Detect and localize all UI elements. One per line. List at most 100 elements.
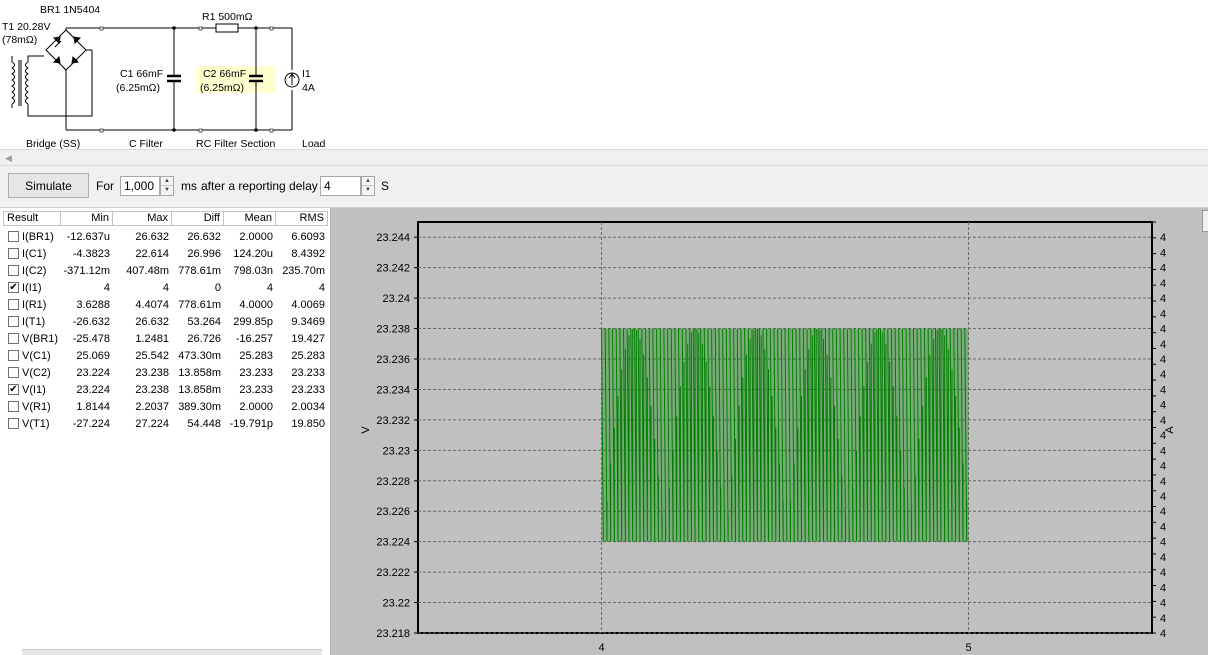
result-checkbox[interactable] xyxy=(8,418,19,429)
result-checkbox[interactable] xyxy=(8,367,19,378)
y2-tick-label: 4 xyxy=(1160,628,1166,640)
result-max-cell: 23.238 xyxy=(135,383,169,396)
duration-input[interactable]: 1,000 xyxy=(120,176,160,196)
schematic-canvas[interactable]: BR1 1N5404 T1 20.28V (78mΩ) R1 500mΩ C1 … xyxy=(0,0,1208,150)
y-tick-label: 23.228 xyxy=(376,476,410,488)
result-name: I(BR1) xyxy=(22,230,54,243)
result-checkbox[interactable] xyxy=(8,401,19,412)
result-checkbox[interactable] xyxy=(8,350,19,361)
result-checkbox[interactable] xyxy=(8,316,19,327)
result-max-cell: 27.224 xyxy=(135,417,169,430)
bridge-section-label: Bridge (SS) xyxy=(26,138,80,149)
y2-tick-label: 4 xyxy=(1160,232,1166,244)
simulate-button[interactable]: Simulate xyxy=(8,173,89,198)
bridge-name: BR1 1N5404 xyxy=(40,4,100,16)
result-row[interactable]: I(C1) -4.3823 22.614 26.996 124.20u 8.4392 xyxy=(3,245,328,262)
transformer-name: T1 20.28V xyxy=(2,21,50,33)
simulation-toolbar: Simulate For 1,000 ▲ ▼ ms after a report… xyxy=(0,166,1208,208)
result-mean-cell: 124.20u xyxy=(233,247,273,260)
result-row[interactable]: V(T1) -27.224 27.224 54.448 -19.791p 19.850 xyxy=(3,415,328,432)
delay-stepper[interactable]: ▲ ▼ xyxy=(361,176,375,196)
result-checkbox[interactable]: ✔ xyxy=(8,384,19,395)
y2-tick-label: 4 xyxy=(1160,354,1166,366)
y-tick-label: 23.22 xyxy=(382,598,410,610)
result-checkbox[interactable] xyxy=(8,299,19,310)
result-row[interactable]: V(R1) 1.8144 2.2037 389.30m 2.0000 2.0034 xyxy=(3,398,328,415)
result-rms-cell: 23.233 xyxy=(291,383,325,396)
delay-label: after a reporting delay of xyxy=(201,179,332,193)
y-tick-label: 23.232 xyxy=(376,415,410,427)
y2-tick-label: 4 xyxy=(1160,308,1166,320)
result-mean-cell: 4.0000 xyxy=(239,298,273,311)
delay-input[interactable]: 4 xyxy=(320,176,361,196)
duration-stepper[interactable]: ▲ ▼ xyxy=(160,176,174,196)
result-row[interactable]: I(C2) -371.12m 407.48m 778.61m 798.03n 235.70… xyxy=(3,262,328,279)
c-filter-section-label: C Filter xyxy=(129,138,163,149)
y2-tick-label: 4 xyxy=(1160,263,1166,275)
result-min-cell: -27.224 xyxy=(72,417,110,430)
result-row[interactable]: I(T1) -26.632 26.632 53.264 299.85p 9.3469 xyxy=(3,313,328,330)
col-result[interactable]: Result xyxy=(3,211,61,226)
y-tick-label: 23.222 xyxy=(376,567,410,579)
results-horizontal-scrollbar[interactable] xyxy=(22,649,322,655)
result-max-cell: 26.632 xyxy=(135,315,169,328)
schematic-horizontal-scrollbar[interactable]: ◀ xyxy=(0,149,1208,166)
stepper-down-icon[interactable]: ▼ xyxy=(362,186,374,195)
result-checkbox[interactable] xyxy=(8,333,19,344)
right-panel-tab[interactable] xyxy=(1202,210,1208,232)
y-tick-label: 23.218 xyxy=(376,628,410,640)
scroll-left-icon[interactable]: ◀ xyxy=(1,151,16,165)
result-min-cell: 1.8144 xyxy=(76,400,110,413)
result-diff-cell: 53.264 xyxy=(187,315,221,328)
transformer-esr: (78mΩ) xyxy=(2,34,37,46)
col-rms[interactable]: RMS xyxy=(276,211,328,226)
y-tick-label: 23.234 xyxy=(376,384,410,396)
result-max-cell: 25.542 xyxy=(135,349,169,362)
result-checkbox[interactable] xyxy=(8,248,19,259)
stepper-up-icon[interactable]: ▲ xyxy=(161,177,173,186)
c1-esr: (6.25mΩ) xyxy=(116,82,160,94)
y2-tick-label: 4 xyxy=(1160,537,1166,549)
result-name: I(I1) xyxy=(22,281,42,294)
y2-tick-label: 4 xyxy=(1160,461,1166,473)
col-mean[interactable]: Mean xyxy=(224,211,276,226)
plot-pane[interactable]: 23.244 4 23.242 4 23.24 4 23.238 4 23.236 4 23.234… xyxy=(331,208,1208,655)
result-row[interactable]: I(BR1) -12.637u 26.632 26.632 2.0000 6.6093 xyxy=(3,228,328,245)
y2-tick-label: 4 xyxy=(1160,415,1166,427)
result-name: I(C2) xyxy=(22,264,47,277)
result-diff-cell: 778.61m xyxy=(178,264,221,277)
result-row[interactable]: I(R1) 3.6288 4.4074 778.61m 4.0000 4.0069 xyxy=(3,296,328,313)
col-diff[interactable]: Diff xyxy=(172,211,224,226)
result-row[interactable]: ✔ I(I1) 4 4 0 4 4 xyxy=(3,279,328,296)
y2-tick-label: 4 xyxy=(1160,278,1166,290)
result-row[interactable]: V(BR1) -25.478 1.2481 26.726 -16.257 19.427 xyxy=(3,330,328,347)
col-max[interactable]: Max xyxy=(113,211,172,226)
result-min-cell: -12.637u xyxy=(66,230,110,243)
result-min-cell: 25.069 xyxy=(76,349,110,362)
result-rms-cell: 4 xyxy=(318,281,325,294)
result-rms-cell: 19.850 xyxy=(291,417,325,430)
result-checkbox[interactable]: ✔ xyxy=(8,282,19,293)
result-max-cell: 4 xyxy=(162,281,169,294)
col-min[interactable]: Min xyxy=(61,211,113,226)
result-name: V(C1) xyxy=(22,349,51,362)
result-name: V(R1) xyxy=(22,400,51,413)
result-diff-cell: 13.858m xyxy=(178,366,221,379)
stepper-up-icon[interactable]: ▲ xyxy=(362,177,374,186)
result-diff-cell: 778.61m xyxy=(178,298,221,311)
result-checkbox[interactable] xyxy=(8,231,19,242)
result-mean-cell: -16.257 xyxy=(235,332,273,345)
y2-tick-label: 4 xyxy=(1160,582,1166,594)
result-name: V(C2) xyxy=(22,366,51,379)
result-min-cell: -25.478 xyxy=(72,332,110,345)
waveform-chart[interactable]: 23.244 423.242 423.24 423.238 423.236 423.234… xyxy=(331,208,1208,655)
result-checkbox[interactable] xyxy=(8,265,19,276)
stepper-down-icon[interactable]: ▼ xyxy=(161,186,173,195)
y2-tick-label: 4 xyxy=(1160,521,1166,533)
result-row[interactable]: V(C2) 23.224 23.238 13.858m 23.233 23.233 xyxy=(3,364,328,381)
result-row[interactable]: ✔ V(I1) 23.224 23.238 13.858m 23.233 23.233 xyxy=(3,381,328,398)
y2-tick-label: 4 xyxy=(1160,445,1166,457)
result-diff-cell: 54.448 xyxy=(187,417,221,430)
result-rms-cell: 2.0034 xyxy=(291,400,325,413)
result-row[interactable]: V(C1) 25.069 25.542 473.30m 25.283 25.283 xyxy=(3,347,328,364)
